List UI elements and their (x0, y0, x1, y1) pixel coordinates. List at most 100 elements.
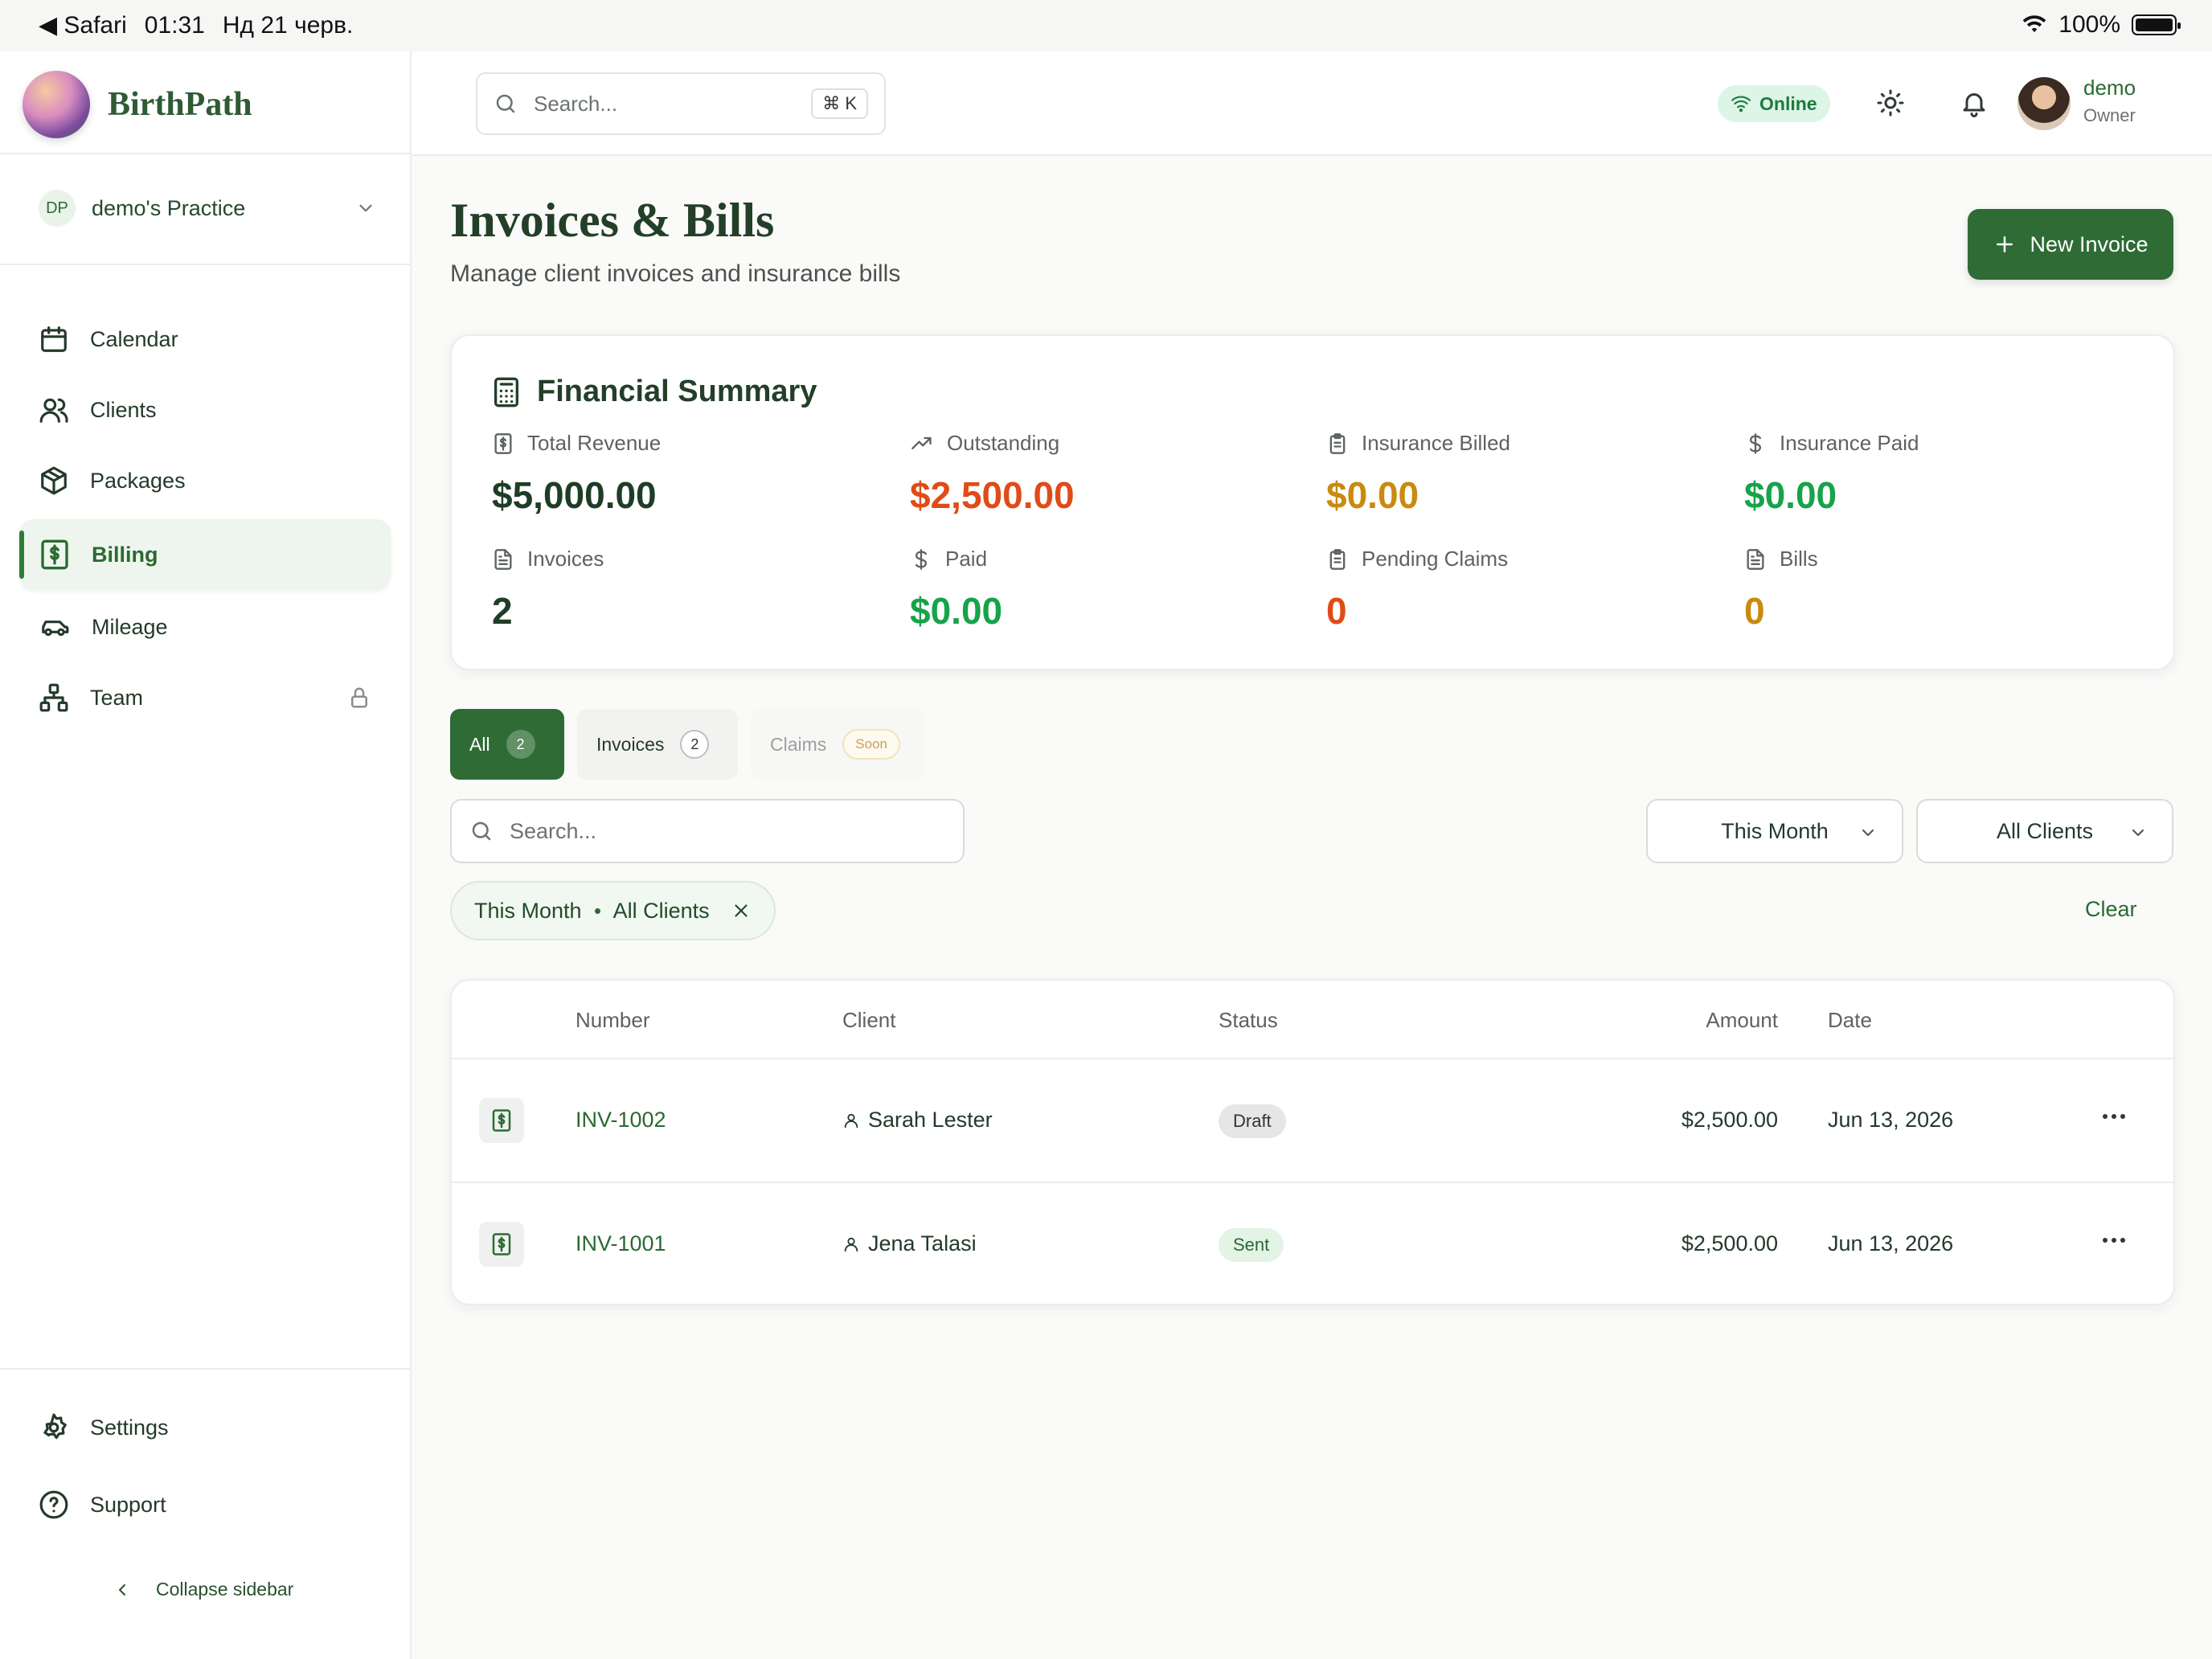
battery-percent: 100% (2058, 11, 2120, 38)
stat-label: Invoices (527, 547, 604, 571)
stat-label: Paid (945, 547, 988, 571)
collapse-sidebar-button[interactable]: Collapse sidebar (113, 1579, 293, 1600)
online-status-badge: Online (1718, 85, 1830, 122)
column-header-number[interactable]: Number (576, 1008, 649, 1033)
invoice-search-placeholder: Search... (510, 818, 597, 843)
client-cell: Jena Talasi (842, 1231, 977, 1256)
client-name: Jena Talasi (868, 1231, 977, 1256)
clipboard-icon (1329, 432, 1346, 454)
invoice-receipt-icon (479, 1222, 524, 1267)
invoice-number-link[interactable]: INV-1001 (576, 1231, 666, 1256)
more-options-icon[interactable] (2103, 1238, 2125, 1243)
chevron-down-icon (359, 204, 372, 212)
stat-value: $0.00 (1326, 474, 1419, 516)
table-row[interactable]: INV-1002 Sarah Lester Draft $2,500.00 Ju… (452, 1058, 2173, 1182)
page-subtitle: Manage client invoices and insurance bil… (450, 260, 901, 287)
client-cell: Sarah Lester (842, 1108, 993, 1133)
practice-avatar: DP (39, 190, 76, 227)
sidebar-item-label: Mileage (92, 614, 168, 639)
financial-summary-title: Financial Summary (537, 375, 817, 408)
tab-label: Invoices (596, 733, 665, 755)
date-cell: Jun 13, 2026 (1828, 1231, 1954, 1256)
sidebar-item-team[interactable]: Team (19, 662, 391, 733)
search-icon (496, 94, 515, 113)
notifications-button[interactable] (1960, 88, 1989, 117)
stat-outstanding: Outstanding $2,500.00 (910, 431, 1312, 517)
stat-value: 0 (1326, 590, 1347, 632)
sidebar-item-clients[interactable]: Clients (19, 375, 391, 445)
stat-label: Pending Claims (1362, 547, 1509, 571)
sidebar-item-billing[interactable]: Billing (19, 519, 391, 590)
invoice-number-link[interactable]: INV-1002 (576, 1108, 666, 1133)
search-icon (472, 821, 491, 841)
tab-all[interactable]: All 2 (450, 709, 564, 780)
clear-filters-button[interactable]: Clear (2085, 897, 2137, 922)
sidebar-item-calendar[interactable]: Calendar (19, 304, 391, 375)
stat-value: $5,000.00 (492, 474, 657, 516)
period-select[interactable]: This Month (1646, 799, 1903, 863)
stat-value: 2 (492, 590, 513, 632)
global-search-placeholder: Search... (534, 91, 618, 116)
sidebar: BirthPath DP demo's Practice Calendar Cl… (0, 51, 412, 1659)
stat-value: 0 (1744, 590, 1765, 632)
more-options-icon[interactable] (2103, 1114, 2125, 1119)
column-header-amount[interactable]: Amount (1617, 1008, 1778, 1033)
top-bar: Search... ⌘ K Online demo Owner (412, 51, 2212, 156)
invoice-search-input[interactable]: Search... (450, 799, 965, 863)
stat-total-revenue: Total Revenue $5,000.00 (492, 431, 894, 517)
sidebar-item-packages[interactable]: Packages (19, 445, 391, 516)
sidebar-divider (0, 1368, 410, 1370)
back-to-app[interactable]: ◀ Safari (39, 11, 127, 39)
sidebar-item-mileage[interactable]: Mileage (19, 592, 391, 662)
stat-label: Total Revenue (527, 431, 662, 455)
client-select[interactable]: All Clients (1916, 799, 2173, 863)
financial-summary-card: Financial Summary Total Revenue $5,000.0… (450, 334, 2175, 670)
client-select-value: All Clients (1996, 818, 2094, 843)
tab-count: 2 (506, 730, 535, 759)
battery-icon (2132, 14, 2181, 35)
user-avatar[interactable] (2017, 77, 2071, 130)
org-chart-icon (39, 683, 68, 712)
new-invoice-button[interactable]: New Invoice (1968, 209, 2173, 280)
sidebar-item-label: Calendar (90, 326, 178, 351)
stat-bills: Bills 0 (1744, 547, 2146, 633)
car-icon (42, 621, 69, 637)
receipt-dollar-icon (494, 432, 512, 454)
sidebar-divider (0, 153, 410, 154)
user-icon (844, 1237, 858, 1251)
theme-toggle-button[interactable] (1876, 88, 1905, 117)
sidebar-item-label: Clients (90, 397, 157, 422)
user-menu[interactable]: demo Owner (2083, 76, 2136, 126)
new-invoice-label: New Invoice (2030, 231, 2149, 256)
stat-value: $0.00 (1744, 474, 1837, 516)
billing-receipt-icon (41, 539, 68, 570)
package-icon (41, 466, 67, 495)
column-header-status[interactable]: Status (1219, 1008, 1278, 1033)
practice-switcher[interactable]: DP demo's Practice (39, 190, 376, 227)
table-row[interactable]: INV-1001 Jena Talasi Sent $2,500.00 Jun … (452, 1182, 2173, 1304)
brand[interactable]: BirthPath (23, 71, 252, 138)
stat-label: Insurance Paid (1780, 431, 1919, 455)
amount-cell: $2,500.00 (1681, 1231, 1778, 1256)
close-icon[interactable] (731, 900, 752, 921)
column-header-client[interactable]: Client (842, 1008, 895, 1033)
sidebar-item-support[interactable]: Support (19, 1469, 391, 1540)
sidebar-item-settings[interactable]: Settings (19, 1392, 391, 1463)
financial-summary-header: Financial Summary (490, 375, 817, 409)
tab-label: All (469, 733, 490, 755)
brand-logo (23, 71, 90, 138)
global-search[interactable]: Search... ⌘ K (476, 72, 886, 135)
chevron-down-icon (2132, 830, 2144, 836)
status-badge: Sent (1219, 1228, 1284, 1262)
calculator-icon (494, 377, 518, 407)
stat-label: Outstanding (947, 431, 1060, 455)
bell-icon (1963, 93, 1985, 117)
tab-claims[interactable]: Claims Soon (751, 709, 924, 780)
tab-invoices[interactable]: Invoices 2 (577, 709, 738, 780)
help-circle-icon (39, 1490, 68, 1519)
file-text-icon (1747, 548, 1764, 570)
column-header-date[interactable]: Date (1828, 1008, 1872, 1033)
brand-name: BirthPath (108, 86, 252, 123)
stat-insurance-billed: Insurance Billed $0.00 (1326, 431, 1728, 517)
stat-label: Bills (1780, 547, 1818, 571)
